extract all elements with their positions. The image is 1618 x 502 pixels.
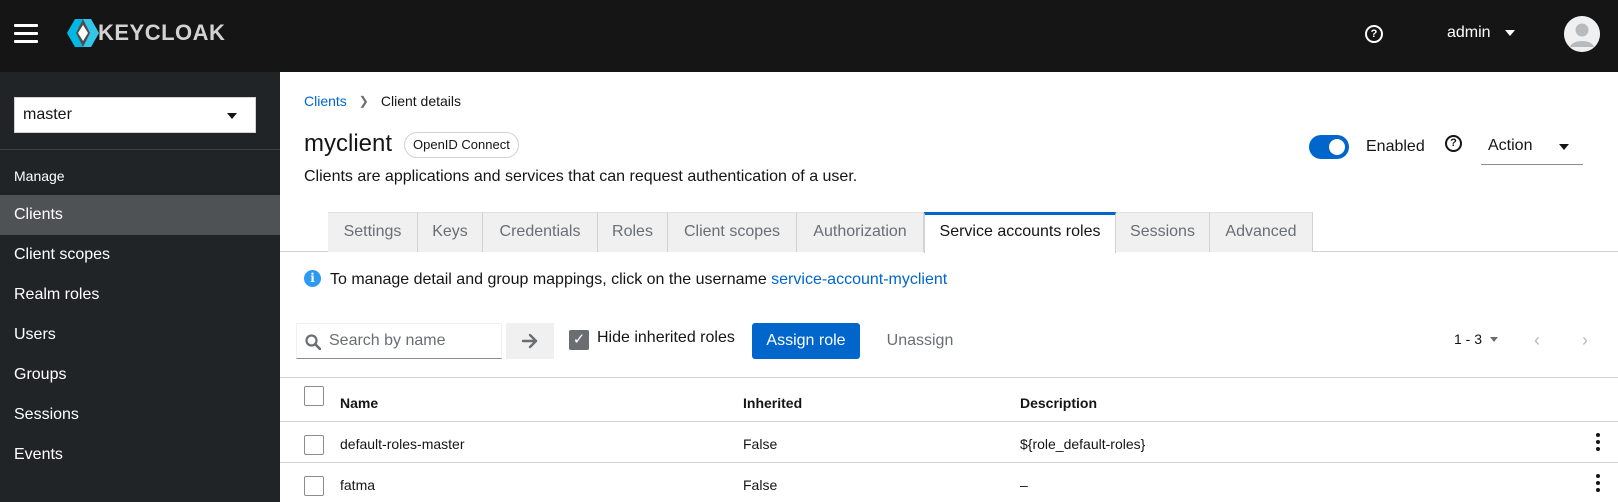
help-icon[interactable]: ? — [1365, 25, 1383, 43]
keycloak-logo-icon — [67, 19, 99, 47]
chevron-down-icon — [1559, 144, 1569, 150]
help-icon[interactable]: ? — [1445, 135, 1462, 152]
enabled-toggle[interactable] — [1309, 135, 1349, 159]
chevron-right-icon: ❯ — [358, 94, 369, 108]
user-dropdown[interactable]: admin — [1447, 24, 1515, 42]
info-message: To manage detail and group mappings, cli… — [330, 271, 947, 289]
sidebar-item-sessions[interactable]: Sessions — [0, 395, 280, 435]
sidebar-item-client-scopes[interactable]: Client scopes — [0, 235, 280, 275]
sidebar-item-clients[interactable]: Clients — [0, 195, 280, 235]
search-input[interactable] — [329, 330, 497, 352]
page-title: myclient — [304, 130, 393, 157]
role-description: – — [1020, 477, 1028, 493]
kebab-menu-icon[interactable] — [1596, 474, 1600, 492]
divider — [280, 462, 1618, 463]
breadcrumb-current: Client details — [380, 93, 462, 109]
divider — [280, 377, 1618, 378]
select-all-checkbox[interactable] — [304, 386, 324, 406]
sidebar-item-users[interactable]: Users — [0, 315, 280, 355]
keycloak-logo[interactable]: KEYCLOAK — [66, 16, 225, 50]
protocol-badge: OpenID Connect — [404, 132, 519, 158]
user-avatar-icon — [1564, 16, 1600, 52]
breadcrumb: Clients ❯ Client details — [304, 93, 461, 109]
tab-authorization[interactable]: Authorization — [797, 212, 924, 252]
action-dropdown[interactable]: Action — [1481, 129, 1583, 165]
next-page-icon[interactable]: › — [1582, 330, 1596, 350]
sidebar-item-groups[interactable]: Groups — [0, 355, 280, 395]
search-submit-button[interactable] — [506, 323, 554, 359]
avatar[interactable] — [1564, 16, 1600, 52]
service-account-link[interactable]: service-account-myclient — [771, 271, 947, 288]
arrow-right-icon — [521, 333, 538, 349]
search-icon — [305, 334, 321, 350]
divider — [280, 421, 1618, 422]
main-content: Clients ❯ Client details myclient OpenID… — [280, 72, 1618, 502]
role-description: ${role_default-roles} — [1020, 436, 1146, 452]
chevron-down-icon — [1490, 336, 1499, 342]
role-name: default-roles-master — [340, 436, 465, 452]
role-name: fatma — [340, 477, 376, 493]
info-text: To manage detail and group mappings, cli… — [330, 271, 772, 288]
kebab-menu-icon[interactable] — [1596, 433, 1600, 451]
action-label: Action — [1488, 137, 1533, 154]
row-checkbox[interactable] — [304, 435, 324, 455]
tab-client-scopes[interactable]: Client scopes — [668, 212, 797, 252]
tab-service-accounts-roles[interactable]: Service accounts roles — [924, 212, 1116, 253]
chevron-down-icon — [1504, 30, 1515, 36]
tab-settings[interactable]: Settings — [328, 212, 418, 252]
column-header-inherited: Inherited — [743, 395, 803, 411]
hide-inherited-checkbox[interactable]: ✓ — [569, 330, 589, 350]
username-label: admin — [1447, 24, 1491, 41]
column-header-name[interactable]: Name — [340, 395, 378, 411]
tab-roles[interactable]: Roles — [598, 212, 668, 252]
divider — [0, 149, 280, 150]
tab-keys[interactable]: Keys — [418, 212, 483, 252]
brand-name: KEYCLOAK — [98, 20, 226, 45]
hamburger-menu-icon[interactable] — [14, 24, 38, 44]
realm-name: master — [23, 106, 72, 123]
page-description: Clients are applications and services th… — [304, 168, 858, 185]
hide-inherited-label: Hide inherited roles — [597, 329, 735, 346]
tab-advanced[interactable]: Advanced — [1210, 212, 1313, 252]
sidebar-item-realm-roles[interactable]: Realm roles — [0, 275, 280, 315]
sidebar: master Manage Clients Client scopes Real… — [0, 72, 280, 502]
role-inherited: False — [743, 477, 778, 493]
assign-role-button[interactable]: Assign role — [752, 323, 860, 359]
column-header-description: Description — [1020, 395, 1098, 411]
nav-section-title: Manage — [14, 168, 65, 184]
enabled-label: Enabled — [1366, 138, 1425, 155]
chevron-down-icon — [227, 113, 237, 119]
tab-bar: Settings Keys Credentials Roles Client s… — [280, 212, 1618, 253]
pagination-toggle[interactable]: 1 - 3 — [1454, 331, 1499, 347]
tab-sessions[interactable]: Sessions — [1116, 212, 1210, 252]
masthead: KEYCLOAK ? admin — [0, 0, 1618, 72]
search-input-wrapper — [296, 323, 502, 359]
info-icon: i — [304, 270, 321, 287]
realm-selector[interactable]: master — [14, 97, 256, 133]
tab-credentials[interactable]: Credentials — [483, 212, 598, 252]
role-inherited: False — [743, 436, 778, 452]
pagination-range: 1 - 3 — [1454, 331, 1483, 347]
breadcrumb-clients-link[interactable]: Clients — [304, 93, 347, 109]
unassign-button[interactable]: Unassign — [878, 323, 962, 359]
sidebar-item-events[interactable]: Events — [0, 435, 280, 475]
previous-page-icon[interactable]: ‹ — [1534, 330, 1548, 350]
row-checkbox[interactable] — [304, 476, 324, 496]
